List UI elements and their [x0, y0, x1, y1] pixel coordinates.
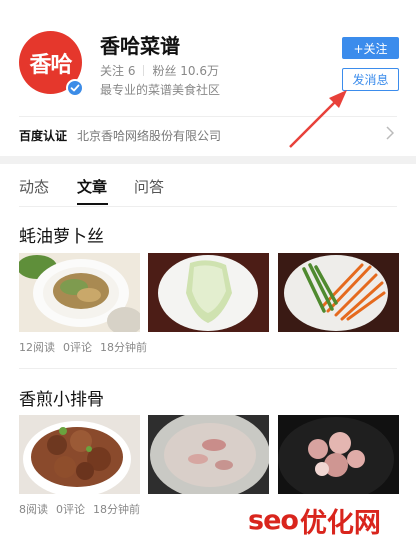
followers-count[interactable]: 粉丝 10.6万	[152, 64, 219, 78]
section-gap	[0, 156, 416, 164]
watermark-latin: seo	[248, 504, 299, 536]
article-image[interactable]	[148, 415, 269, 494]
stats-divider	[143, 65, 145, 76]
tab-feed[interactable]: 动态	[19, 176, 49, 197]
read-count: 8阅读	[19, 503, 48, 516]
read-count: 12阅读	[19, 341, 55, 354]
tab-articles[interactable]: 文章	[77, 176, 107, 197]
article-title[interactable]: 蚝油萝卜丝	[19, 222, 104, 247]
avatar-logo-text: 香哈	[29, 52, 72, 78]
publish-time: 18分钟前	[100, 341, 147, 354]
publish-time: 18分钟前	[93, 503, 140, 516]
chevron-right-icon[interactable]	[386, 126, 395, 144]
certification-company: 北京香哈网络股份有限公司	[77, 129, 222, 143]
article-image[interactable]	[19, 415, 140, 494]
article-image[interactable]	[148, 253, 269, 332]
watermark-cjk: 优化网	[299, 507, 381, 539]
profile-slogan: 最专业的菜谱美食社区	[100, 83, 221, 97]
comment-count: 0评论	[56, 503, 85, 516]
comment-count: 0评论	[63, 341, 92, 354]
annotation-arrow-icon	[289, 90, 347, 148]
article-meta: 12阅读 0评论 18分钟前	[19, 339, 155, 355]
article-title[interactable]: 香煎小排骨	[19, 385, 104, 410]
tab-bar: 动态 文章 问答	[0, 164, 416, 207]
article-meta: 8阅读 0评论 18分钟前	[19, 501, 148, 517]
profile-stats: 关注 6 粉丝 10.6万	[100, 62, 219, 79]
site-watermark: seo 优化网	[248, 504, 381, 539]
tab-qa[interactable]: 问答	[134, 176, 164, 197]
certification-label: 百度认证	[19, 129, 68, 143]
following-count[interactable]: 关注 6	[100, 64, 135, 78]
article-image[interactable]	[19, 253, 140, 332]
follow-button[interactable]: +关注	[342, 37, 399, 59]
active-tab-indicator	[77, 203, 108, 205]
profile-name: 香哈菜谱	[100, 34, 180, 58]
divider	[19, 206, 397, 207]
article-image[interactable]	[278, 253, 399, 332]
verified-badge-icon	[66, 79, 84, 97]
certification-row[interactable]: 百度认证 北京香哈网络股份有限公司	[19, 127, 221, 144]
divider	[19, 368, 397, 369]
article-image[interactable]	[278, 415, 399, 494]
